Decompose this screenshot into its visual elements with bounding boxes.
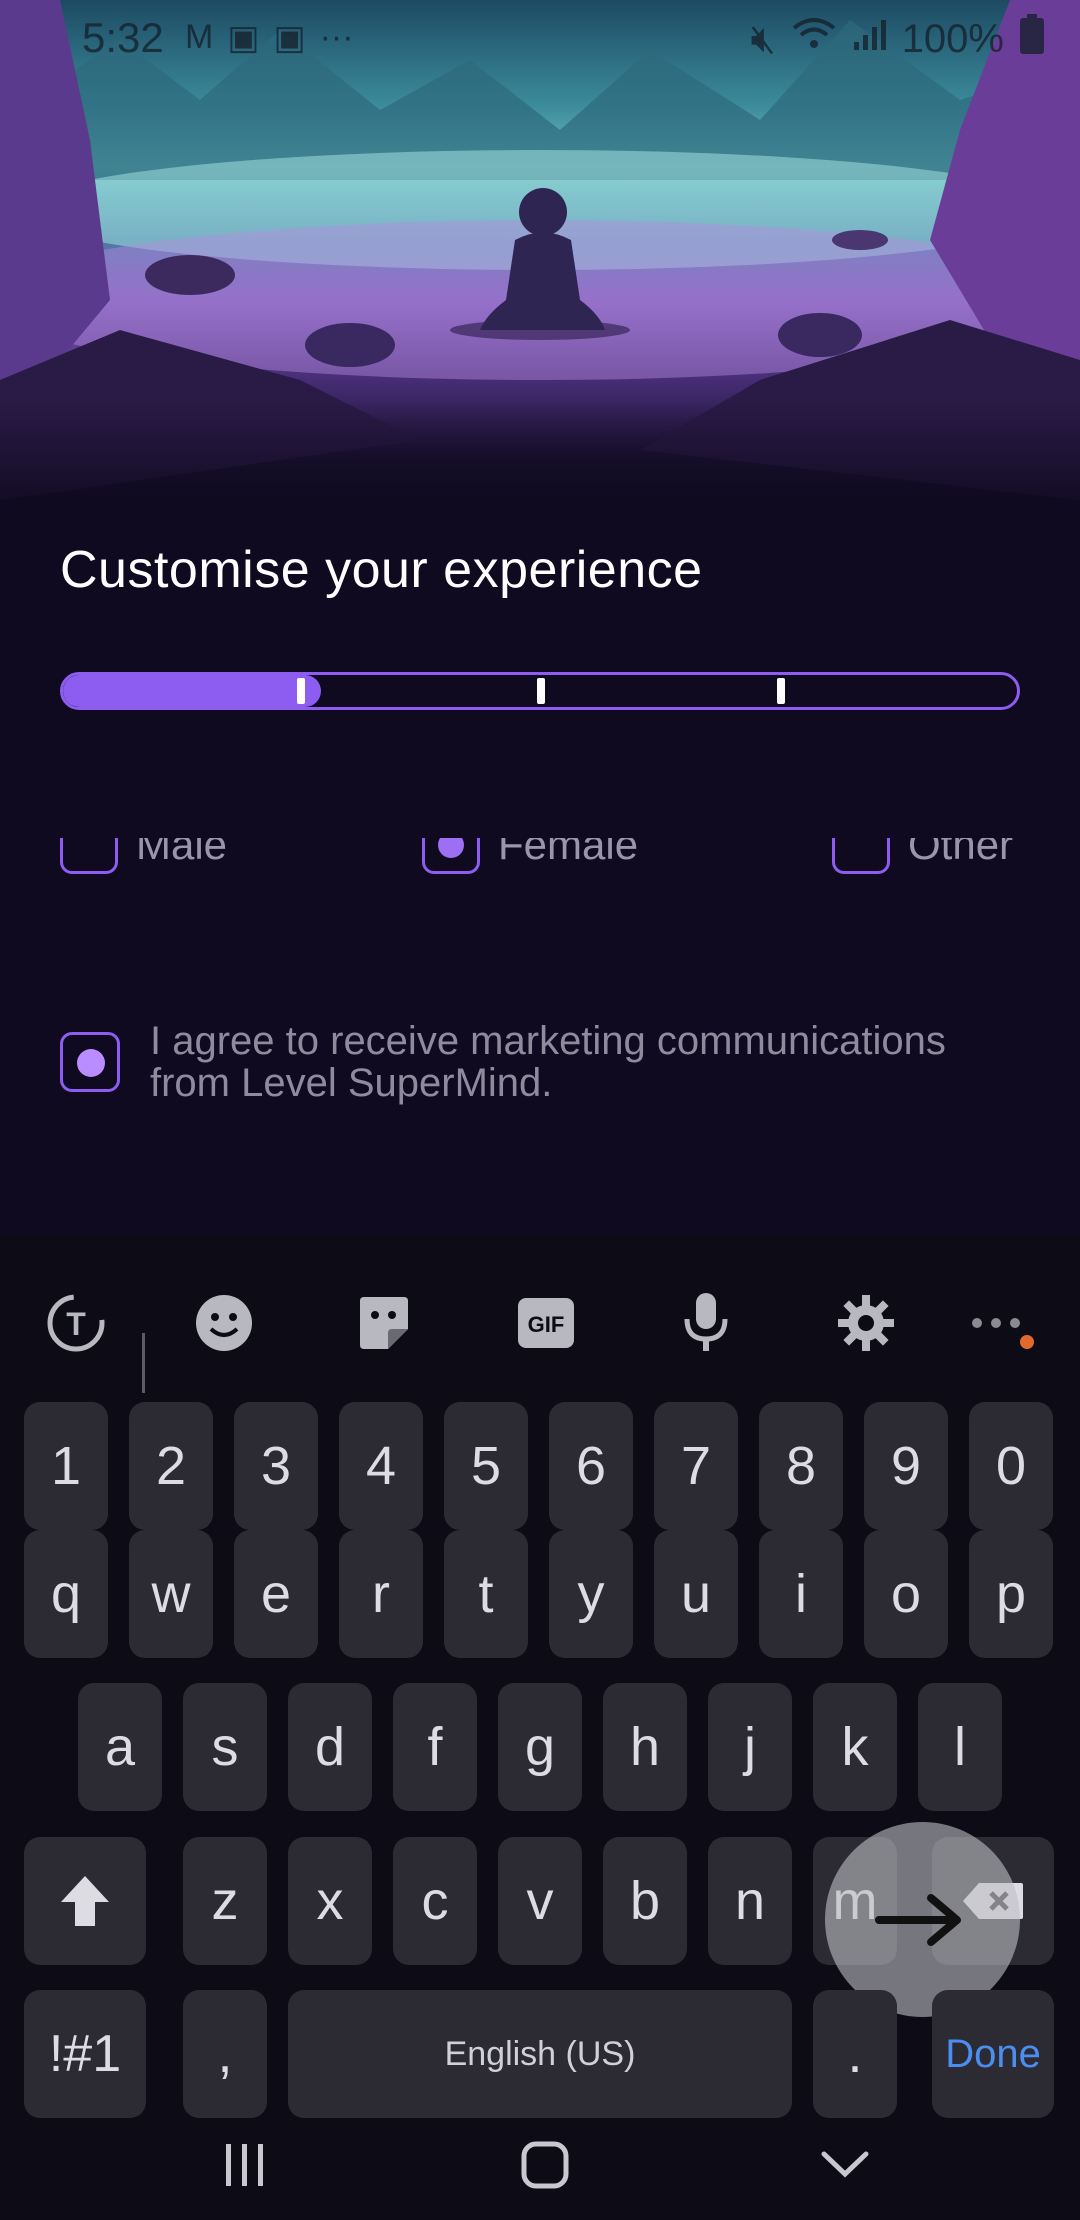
home-icon xyxy=(521,2141,569,2189)
key-s[interactable]: s xyxy=(183,1683,267,1811)
svg-text:T: T xyxy=(66,1306,86,1342)
key-t[interactable]: t xyxy=(444,1530,528,1658)
chevron-down-icon xyxy=(821,2151,869,2178)
mute-icon: 🔇︎ xyxy=(750,16,776,61)
key-z[interactable]: z xyxy=(183,1837,267,1965)
key-e[interactable]: e xyxy=(234,1530,318,1658)
wifi-icon xyxy=(792,16,836,62)
key-u[interactable]: u xyxy=(654,1530,738,1658)
radio-box[interactable] xyxy=(422,838,480,874)
key-g[interactable]: g xyxy=(498,1683,582,1811)
key-i[interactable]: i xyxy=(759,1530,843,1658)
progress-tick xyxy=(537,678,545,704)
status-time: 5:32 xyxy=(82,14,164,61)
more-notifications-icon: ··· xyxy=(319,18,354,56)
marketing-consent[interactable]: I agree to receive marketing communicati… xyxy=(60,1020,990,1104)
key-q[interactable]: q xyxy=(24,1530,108,1658)
done-key[interactable]: Done xyxy=(932,1990,1054,2118)
meditation-scene-image xyxy=(0,0,1080,520)
battery-icon xyxy=(1020,14,1044,64)
key-a[interactable]: a xyxy=(78,1683,162,1811)
symbols-key[interactable]: !#1 xyxy=(24,1990,146,2118)
key-l[interactable]: l xyxy=(918,1683,1002,1811)
key-4[interactable]: 4 xyxy=(339,1402,423,1530)
gmail-icon: M xyxy=(185,18,214,56)
comma-key[interactable]: , xyxy=(183,1990,267,2118)
key-v[interactable]: v xyxy=(498,1837,582,1965)
key-y[interactable]: y xyxy=(549,1530,633,1658)
key-5[interactable]: 5 xyxy=(444,1402,528,1530)
keyboard-toolbar: T GIF xyxy=(0,1283,1080,1393)
mic-icon[interactable] xyxy=(666,1283,746,1363)
key-7[interactable]: 7 xyxy=(654,1402,738,1530)
radio-box[interactable] xyxy=(832,838,890,874)
gender-label: Other xyxy=(908,838,1014,868)
key-k[interactable]: k xyxy=(813,1683,897,1811)
gender-option-female[interactable]: Female xyxy=(422,838,638,874)
key-f[interactable]: f xyxy=(393,1683,477,1811)
sticker-icon[interactable] xyxy=(344,1283,424,1363)
key-j[interactable]: j xyxy=(708,1683,792,1811)
key-d[interactable]: d xyxy=(288,1683,372,1811)
key-n[interactable]: n xyxy=(708,1837,792,1965)
key-1[interactable]: 1 xyxy=(24,1402,108,1530)
checkbox-selected-dot xyxy=(77,1049,105,1077)
key-6[interactable]: 6 xyxy=(549,1402,633,1530)
svg-text:GIF: GIF xyxy=(528,1312,565,1337)
gender-options: Male Female Other xyxy=(0,838,1080,888)
recents-icon xyxy=(226,2144,263,2186)
key-h[interactable]: h xyxy=(603,1683,687,1811)
more-icon[interactable] xyxy=(956,1283,1036,1363)
key-c[interactable]: c xyxy=(393,1837,477,1965)
consent-checkbox[interactable] xyxy=(60,1032,120,1092)
swipe-gesture-indicator xyxy=(825,1822,1020,2017)
gear-icon[interactable] xyxy=(826,1283,906,1363)
arrow-right-icon xyxy=(874,1893,961,1946)
back-button[interactable] xyxy=(815,2130,875,2200)
signal-icon xyxy=(852,17,886,62)
recent-apps-button[interactable] xyxy=(215,2130,275,2200)
shift-key[interactable] xyxy=(24,1837,146,1965)
teams-icon: ▣ xyxy=(227,19,260,57)
teams-icon-2: ▣ xyxy=(273,19,306,57)
emoji-icon[interactable] xyxy=(184,1283,264,1363)
space-key[interactable]: English (US) xyxy=(288,1990,792,2118)
radio-selected-dot xyxy=(438,838,464,858)
key-b[interactable]: b xyxy=(603,1837,687,1965)
key-o[interactable]: o xyxy=(864,1530,948,1658)
onboarding-progress-bar xyxy=(60,672,1020,710)
status-bar: 5:32 M ▣ ▣ ··· 🔇︎ 100% xyxy=(0,0,1080,72)
notification-dot xyxy=(1020,1335,1034,1349)
gif-icon[interactable]: GIF xyxy=(506,1283,586,1363)
period-key[interactable]: . xyxy=(813,1990,897,2118)
gender-label: Male xyxy=(136,838,228,868)
radio-box[interactable] xyxy=(60,838,118,874)
battery-percent: 100% xyxy=(901,16,1004,61)
progress-fill xyxy=(63,675,321,707)
key-9[interactable]: 9 xyxy=(864,1402,948,1530)
home-button[interactable] xyxy=(515,2130,575,2200)
system-nav-bar xyxy=(0,2110,1080,2220)
key-w[interactable]: w xyxy=(129,1530,213,1658)
gender-label: Female xyxy=(498,838,639,868)
key-p[interactable]: p xyxy=(969,1530,1053,1658)
page-title: Customise your experience xyxy=(60,541,703,599)
key-3[interactable]: 3 xyxy=(234,1402,318,1530)
key-r[interactable]: r xyxy=(339,1530,423,1658)
key-2[interactable]: 2 xyxy=(129,1402,213,1530)
progress-tick xyxy=(297,678,305,704)
gender-option-other[interactable]: Other xyxy=(832,838,1013,874)
key-x[interactable]: x xyxy=(288,1837,372,1965)
shift-icon xyxy=(61,1876,109,1926)
key-0[interactable]: 0 xyxy=(969,1402,1053,1530)
consent-text: I agree to receive marketing communicati… xyxy=(150,1019,946,1105)
hero-illustration xyxy=(0,0,1080,520)
text-mode-icon[interactable]: T xyxy=(36,1283,116,1363)
gender-option-male[interactable]: Male xyxy=(60,838,227,874)
toolbar-separator xyxy=(142,1333,145,1393)
progress-tick xyxy=(777,678,785,704)
key-8[interactable]: 8 xyxy=(759,1402,843,1530)
